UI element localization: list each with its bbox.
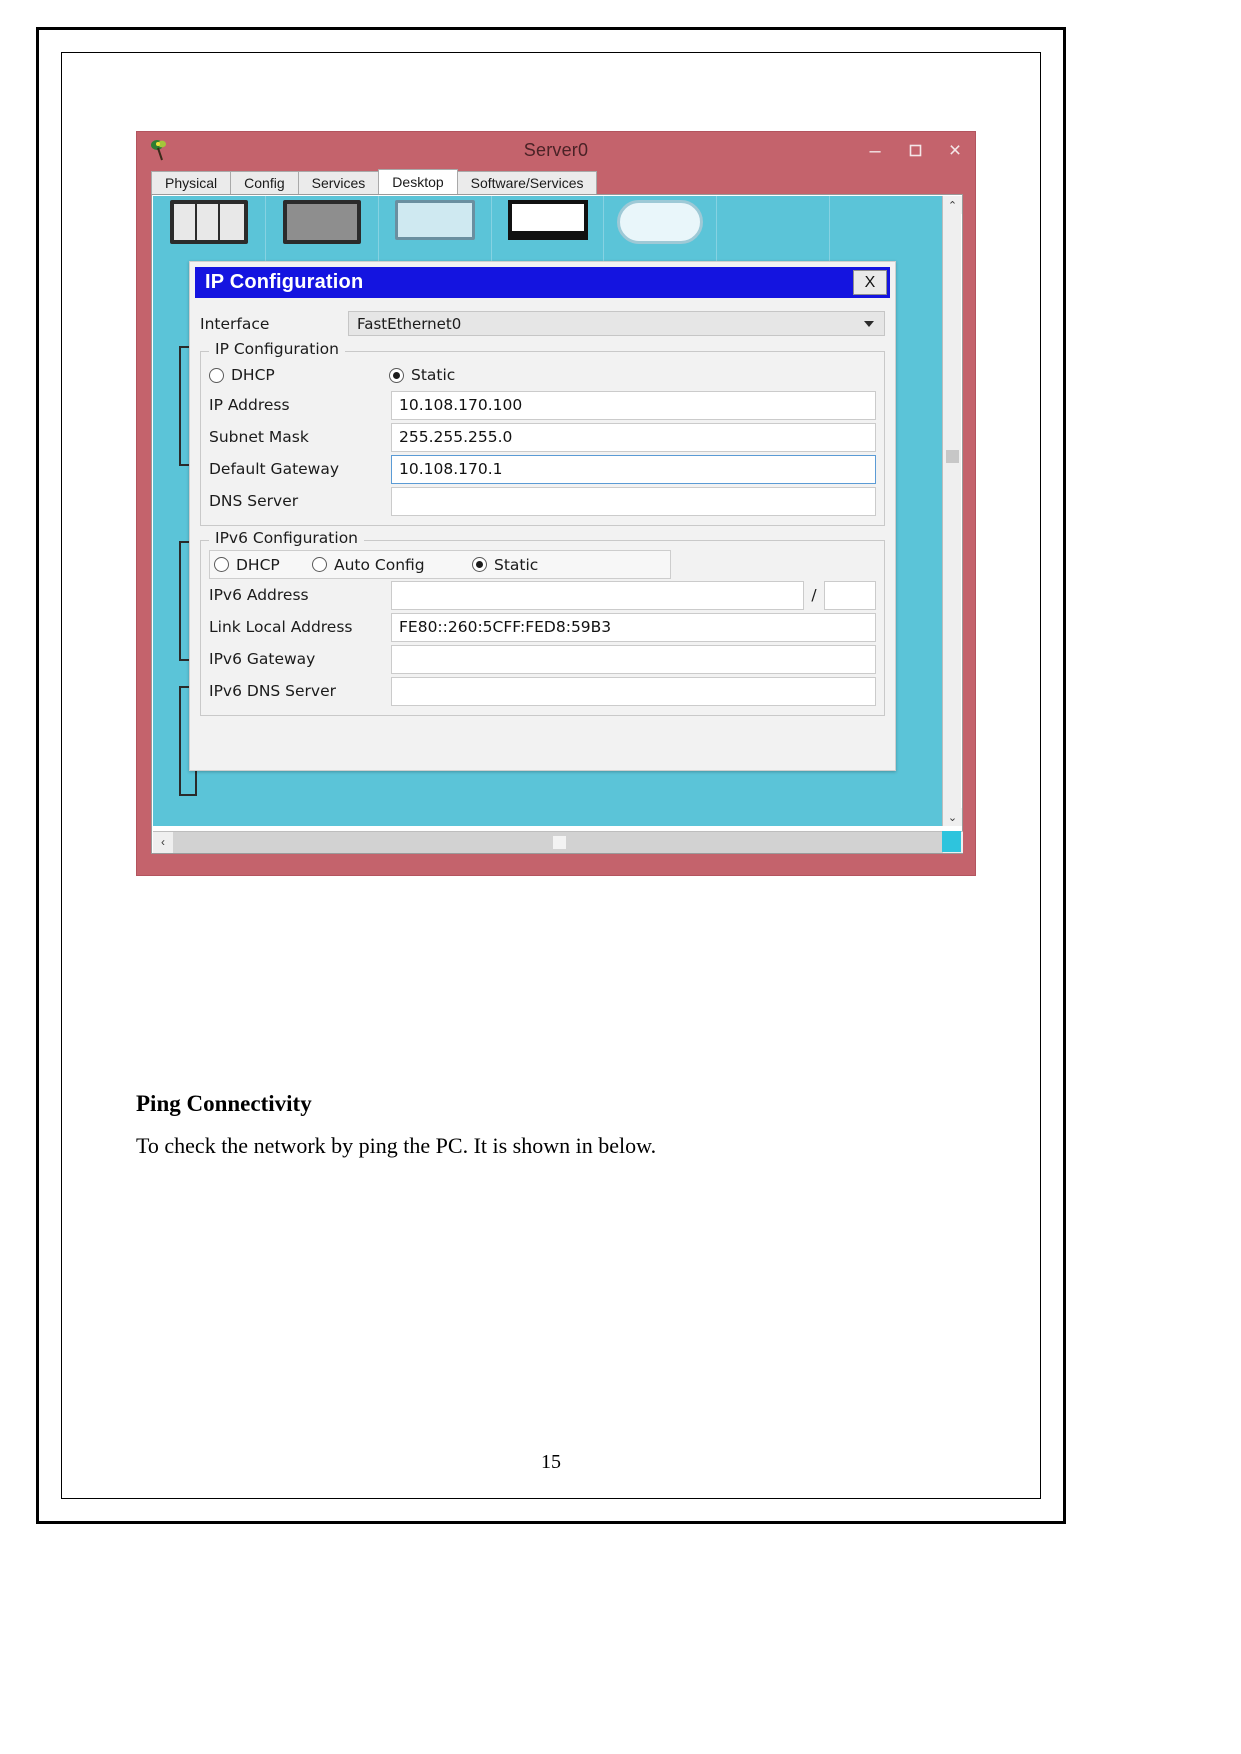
tab-services[interactable]: Services — [297, 171, 380, 194]
default-gateway-input[interactable]: 10.108.170.1 — [391, 454, 876, 484]
minimize-button[interactable]: – — [855, 132, 895, 169]
ipv4-mode-row: DHCP Static — [209, 361, 876, 389]
ipv6-auto-config-label: Auto Config — [334, 555, 425, 574]
desktop-panel: IP Configuration X Interface FastEtherne… — [151, 194, 963, 854]
default-gateway-row: Default Gateway 10.108.170.1 — [209, 453, 876, 485]
ipv4-dhcp-radio[interactable]: DHCP — [209, 366, 379, 384]
device-tabs: Physical Config Services Desktop Softwar… — [151, 169, 598, 194]
packet-tracer-icon — [149, 138, 171, 162]
ip-configuration-app-icon — [169, 200, 248, 244]
ipv6-group-legend: IPv6 Configuration — [209, 529, 364, 547]
interface-select[interactable]: FastEthernet0 — [348, 311, 885, 336]
dns-server-label: DNS Server — [209, 492, 299, 510]
ipv6-address-input[interactable] — [391, 580, 804, 610]
window-controls: – × — [855, 132, 975, 169]
radio-dot-icon — [214, 557, 229, 572]
chevron-down-icon — [864, 320, 874, 327]
window-titlebar: Server0 – × — [137, 132, 975, 169]
interface-label: Interface — [200, 314, 270, 333]
window-title: Server0 — [523, 140, 589, 160]
ipv6-address-label: IPv6 Address — [209, 586, 309, 604]
horizontal-scroll-track[interactable] — [173, 831, 943, 853]
dns-server-input[interactable] — [391, 486, 876, 516]
ipv4-configuration-group: IP Configuration DHCP Static IP Address … — [200, 340, 885, 526]
link-local-address-input[interactable]: FE80::260:5CFF:FED8:59B3 — [391, 612, 876, 642]
ipv6-static-radio[interactable]: Static — [472, 556, 538, 574]
ip-address-input[interactable]: 10.108.170.100 — [391, 390, 876, 420]
scroll-up-button[interactable]: ⌃ — [943, 196, 962, 214]
ipv6-gateway-input[interactable] — [391, 644, 876, 674]
maximize-button[interactable] — [895, 132, 935, 169]
interface-row: Interface FastEthernet0 — [200, 310, 885, 337]
ipv6-gateway-label: IPv6 Gateway — [209, 650, 316, 668]
tab-desktop[interactable]: Desktop — [378, 169, 458, 194]
page-outer-border: Server0 – × Physical Config Services Des… — [36, 27, 1066, 1524]
page-number: 15 — [541, 1451, 561, 1473]
ipv6-mode-row: DHCP Auto Config Static — [209, 550, 671, 579]
command-prompt-app-icon — [507, 200, 588, 240]
tab-config[interactable]: Config — [230, 171, 299, 194]
ipv4-static-label: Static — [411, 366, 456, 384]
radio-dot-icon — [389, 367, 404, 383]
ip-configuration-dialog: IP Configuration X Interface FastEtherne… — [189, 261, 896, 771]
vertical-scrollbar[interactable]: ⌃ ⌄ — [942, 196, 962, 826]
section-heading: Ping Connectivity — [136, 1091, 312, 1116]
ipv4-group-legend: IP Configuration — [209, 340, 345, 358]
dialog-title: IP Configuration — [205, 271, 364, 293]
horizontal-scrollbar[interactable]: ‹ › — [153, 831, 963, 853]
dialog-body: Interface FastEthernet0 IP Configuration — [190, 298, 895, 716]
ipv6-dhcp-label: DHCP — [236, 555, 280, 574]
ipv6-gateway-row: IPv6 Gateway — [209, 643, 876, 675]
ipv6-dns-server-input[interactable] — [391, 676, 876, 706]
ipv6-prefix-input[interactable] — [824, 580, 876, 610]
link-local-address-label: Link Local Address — [209, 618, 353, 636]
ipv4-static-radio[interactable]: Static — [389, 366, 455, 384]
ipv6-auto-config-radio[interactable]: Auto Config — [312, 556, 462, 574]
ipv6-dns-server-label: IPv6 DNS Server — [209, 682, 337, 700]
packet-tracer-window: Server0 – × Physical Config Services Des… — [136, 131, 976, 876]
ipv6-dhcp-radio[interactable]: DHCP — [214, 556, 302, 574]
ipv6-dns-server-row: IPv6 DNS Server — [209, 675, 876, 707]
web-browser-app-icon — [617, 200, 704, 244]
subnet-mask-label: Subnet Mask — [209, 428, 309, 446]
radio-dot-icon — [312, 557, 327, 572]
horizontal-scroll-thumb[interactable] — [553, 835, 566, 849]
terminal-app-icon — [394, 200, 475, 240]
dialog-close-button[interactable]: X — [853, 270, 887, 295]
link-local-address-row: Link Local Address FE80::260:5CFF:FED8:5… — [209, 611, 876, 643]
scrollbar-corner — [942, 831, 961, 852]
tab-physical[interactable]: Physical — [151, 171, 232, 194]
ipv6-static-label: Static — [494, 555, 539, 574]
tab-software-services[interactable]: Software/Services — [456, 171, 598, 194]
ipv6-prefix-separator: / — [811, 586, 817, 604]
close-button[interactable]: × — [935, 132, 975, 169]
subnet-mask-row: Subnet Mask 255.255.255.0 — [209, 421, 876, 453]
dns-server-row: DNS Server — [209, 485, 876, 517]
vertical-scroll-thumb[interactable] — [946, 450, 959, 463]
page-inner-border: Server0 – × Physical Config Services Des… — [61, 52, 1041, 1499]
ipv6-configuration-group: IPv6 Configuration DHCP Auto Config Stat… — [200, 529, 885, 716]
page-content: Server0 – × Physical Config Services Des… — [62, 53, 1040, 1498]
ip-address-row: IP Address 10.108.170.100 — [209, 389, 876, 421]
dial-up-app-icon — [282, 200, 361, 244]
ipv4-dhcp-label: DHCP — [231, 366, 275, 384]
ipv6-address-row: IPv6 Address / — [209, 579, 876, 611]
subnet-mask-input[interactable]: 255.255.255.0 — [391, 422, 876, 452]
interface-value: FastEthernet0 — [357, 314, 462, 333]
dialog-titlebar: IP Configuration X — [195, 267, 890, 298]
section-paragraph: To check the network by ping the PC. It … — [136, 1133, 657, 1158]
scroll-down-button[interactable]: ⌄ — [943, 808, 962, 826]
ip-address-label: IP Address — [209, 396, 290, 414]
radio-dot-icon — [209, 367, 224, 383]
default-gateway-label: Default Gateway — [209, 460, 340, 478]
radio-dot-icon — [472, 557, 487, 572]
scroll-left-button[interactable]: ‹ — [153, 831, 173, 853]
desktop-canvas: IP Configuration X Interface FastEtherne… — [153, 196, 943, 826]
